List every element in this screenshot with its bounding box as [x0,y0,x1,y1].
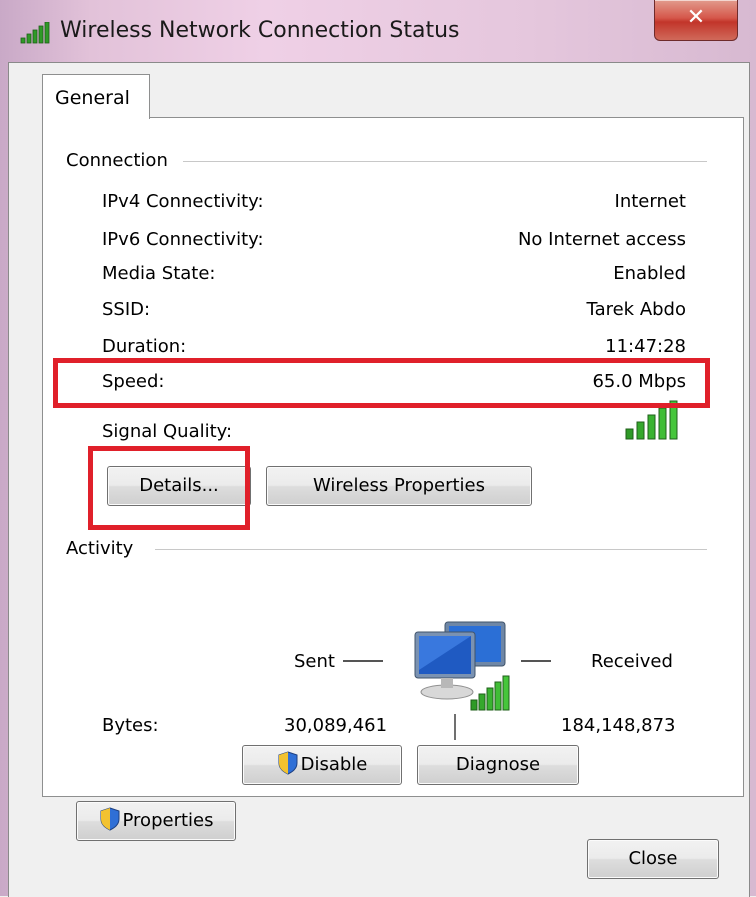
network-computers-icon [414,621,510,711]
tab-general[interactable]: General [42,74,150,119]
diagnose-button[interactable]: Diagnose [417,745,579,785]
ssid-label: SSID: [102,299,151,320]
media-state-value: Enabled [613,263,686,284]
dialog-window: Wireless Network Connection Status ✕ Gen… [0,0,756,897]
activity-group-label: Activity [66,538,144,559]
ipv6-connectivity-value: No Internet access [517,229,686,250]
window-title: Wireless Network Connection Status [60,18,460,43]
ssid-value: Tarek Abdo [586,299,686,320]
details-button-highlight [88,446,250,530]
bytes-label: Bytes: [102,715,159,736]
ipv4-connectivity-label: IPv4 Connectivity: [102,191,264,212]
disable-button-label: Disable [300,754,368,775]
media-state-label: Media State: [102,263,216,284]
close-icon: ✕ [686,5,706,30]
activity-group-divider [155,549,707,550]
connection-group-divider [183,161,707,162]
sent-label: Sent [294,651,335,672]
tab-general-label: General [55,87,130,109]
activity-separator [454,714,456,740]
bytes-sent-value: 30,089,461 [284,715,388,736]
properties-button[interactable]: Properties [76,801,236,841]
duration-label: Duration: [102,336,187,357]
signal-strength-icon [20,22,50,44]
duration-value: 11:47:28 [605,336,686,357]
title-bar[interactable]: Wireless Network Connection Status ✕ [0,0,756,62]
sent-connector-line [343,660,383,662]
ipv6-connectivity-label: IPv6 Connectivity: [102,229,264,250]
close-window-button[interactable]: ✕ [654,0,738,41]
connection-group-label: Connection [66,150,178,171]
disable-button[interactable]: Disable [242,745,402,785]
speed-row-highlight [53,358,710,408]
ipv4-connectivity-value: Internet [614,191,686,212]
bytes-received-value: 184,148,873 [561,715,676,736]
received-label: Received [591,651,673,672]
wireless-properties-button[interactable]: Wireless Properties [266,466,532,506]
shield-icon [278,751,298,775]
properties-button-label: Properties [122,810,214,831]
shield-icon [100,807,120,831]
close-button[interactable]: Close [587,839,719,879]
signal-quality-label: Signal Quality: [102,421,233,442]
received-connector-line [521,660,551,662]
